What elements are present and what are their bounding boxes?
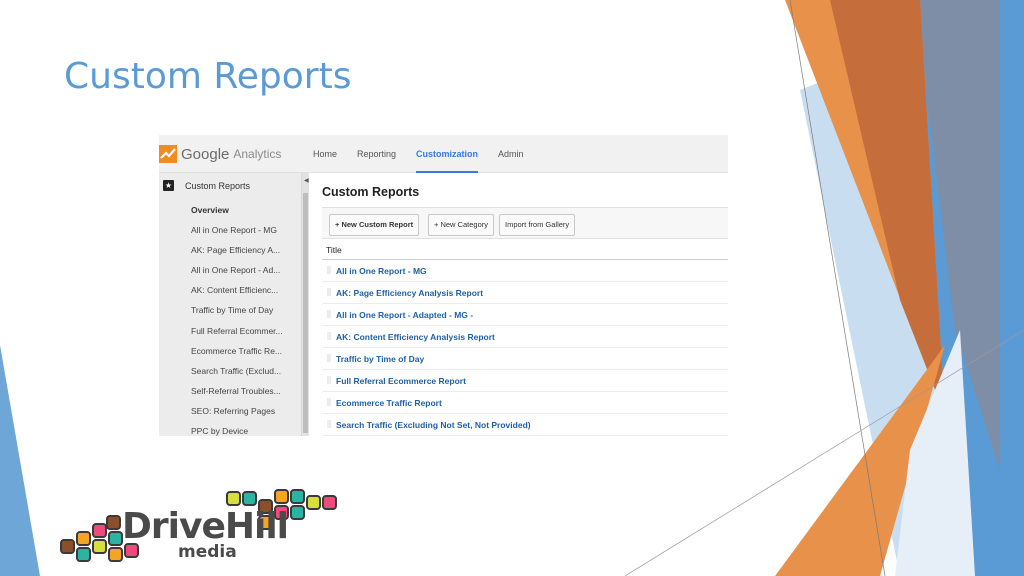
ga-logo[interactable]: Google Analytics — [159, 143, 281, 165]
report-link[interactable]: Ecommerce Traffic Report — [336, 398, 442, 408]
drag-handle-icon[interactable] — [327, 266, 331, 274]
logo-tile — [60, 539, 75, 554]
logo-wordmark: DriveHill — [122, 506, 289, 547]
ga-sidebar: ★ Custom Reports Overview All in One Rep… — [159, 173, 301, 436]
import-from-gallery-button[interactable]: Import from Gallery — [499, 214, 576, 236]
sidebar-item[interactable]: Full Referral Ecommer... — [191, 325, 296, 345]
report-link[interactable]: Full Referral Ecommerce Report — [336, 376, 466, 386]
table-row[interactable]: All in One Report - Adapted - MG - — [322, 304, 728, 326]
report-link[interactable]: AK: Content Efficiency Analysis Report — [336, 332, 495, 342]
drag-handle-icon[interactable] — [327, 332, 331, 340]
ga-header: Google Analytics Home Reporting Customiz… — [159, 135, 728, 173]
logo-tile — [92, 523, 107, 538]
table-row[interactable]: Traffic by Time of Day — [322, 348, 728, 370]
sidebar-item[interactable]: Self-Referral Troubles... — [191, 385, 296, 405]
logo-tile — [322, 495, 337, 510]
new-category-button[interactable]: + New Category — [428, 214, 494, 236]
logo-tile — [290, 489, 305, 504]
sidebar-item[interactable]: AK: Page Efficiency A... — [191, 244, 296, 264]
star-icon: ★ — [163, 180, 174, 191]
sidebar-scrollbar[interactable]: ◀ — [301, 173, 309, 436]
table-row[interactable]: All in One Report - MG — [322, 260, 728, 282]
drag-handle-icon[interactable] — [327, 420, 331, 428]
report-link[interactable]: All in One Report - Adapted - MG - — [336, 310, 473, 320]
logo-subtitle: media — [178, 542, 237, 562]
toolbar: + New Custom Report + New Category Impor… — [322, 207, 728, 239]
logo-tile — [226, 491, 241, 506]
collapse-arrow-icon[interactable]: ◀ — [304, 177, 309, 185]
sidebar-item[interactable]: All in One Report - Ad... — [191, 264, 296, 284]
logo-tile — [108, 531, 123, 546]
sidebar-header-label: Custom Reports — [185, 180, 251, 191]
ga-nav: Home Reporting Customization Admin — [313, 135, 544, 173]
drag-handle-icon[interactable] — [327, 310, 331, 318]
sidebar-item-overview[interactable]: Overview — [191, 204, 296, 224]
sidebar-item[interactable]: PPC by Device — [191, 425, 296, 436]
sidebar-item[interactable]: AK: Content Efficienc... — [191, 284, 296, 304]
table-row[interactable]: Search Traffic (Excluding Not Set, Not P… — [322, 414, 728, 436]
sidebar-item[interactable]: Traffic by Time of Day — [191, 304, 296, 324]
column-header-title[interactable]: Title — [322, 241, 728, 260]
drag-handle-icon[interactable] — [327, 288, 331, 296]
scroll-thumb[interactable] — [303, 193, 308, 433]
table-row[interactable]: AK: Page Efficiency Analysis Report — [322, 282, 728, 304]
ga-logo-sub: Analytics — [233, 147, 282, 161]
report-link[interactable]: AK: Page Efficiency Analysis Report — [336, 288, 483, 298]
main-title: Custom Reports — [322, 185, 420, 199]
ga-main: Custom Reports + New Custom Report + New… — [322, 173, 728, 436]
logo-tile — [108, 547, 123, 562]
table-row[interactable]: Full Referral Ecommerce Report — [322, 370, 728, 392]
sidebar-item[interactable]: All in One Report - MG — [191, 224, 296, 244]
slide-title: Custom Reports — [64, 56, 352, 97]
sidebar-item[interactable]: Ecommerce Traffic Re... — [191, 345, 296, 365]
logo-tile — [106, 515, 121, 530]
ga-logo-text: Google — [181, 145, 230, 163]
report-link[interactable]: All in One Report - MG — [336, 266, 427, 276]
table-row[interactable]: Ecommerce Traffic Report — [322, 392, 728, 414]
logo-tile — [76, 531, 91, 546]
drag-handle-icon[interactable] — [327, 376, 331, 384]
report-link[interactable]: Traffic by Time of Day — [336, 354, 424, 364]
table-row[interactable]: AK: Content Efficiency Analysis Report — [322, 326, 728, 348]
nav-customization[interactable]: Customization — [416, 135, 479, 173]
analytics-chart-icon — [159, 145, 177, 163]
logo-tile — [76, 547, 91, 562]
sidebar-item[interactable]: Search Traffic (Exclud... — [191, 365, 296, 385]
sidebar-item[interactable]: SEO: Referring Pages — [191, 405, 296, 425]
sidebar-list: Overview All in One Report - MG AK: Page… — [191, 204, 296, 436]
logo-tile — [306, 495, 321, 510]
nav-home[interactable]: Home — [313, 135, 337, 173]
report-link[interactable]: Search Traffic (Excluding Not Set, Not P… — [336, 420, 531, 430]
logo-tile — [290, 505, 305, 520]
nav-admin[interactable]: Admin — [498, 135, 524, 173]
logo-tile — [274, 489, 289, 504]
new-custom-report-button[interactable]: + New Custom Report — [329, 214, 420, 236]
drivehill-logo: DriveHill media — [58, 487, 340, 567]
bg-left-blue-wedge — [0, 345, 40, 576]
reports-table: Title All in One Report - MG AK: Page Ef… — [322, 241, 728, 436]
drag-handle-icon[interactable] — [327, 398, 331, 406]
drag-handle-icon[interactable] — [327, 354, 331, 362]
sidebar-header[interactable]: ★ Custom Reports — [163, 180, 250, 191]
ga-screenshot: Google Analytics Home Reporting Customiz… — [159, 135, 728, 436]
logo-tile — [242, 491, 257, 506]
nav-reporting[interactable]: Reporting — [357, 135, 396, 173]
logo-tile — [92, 539, 107, 554]
